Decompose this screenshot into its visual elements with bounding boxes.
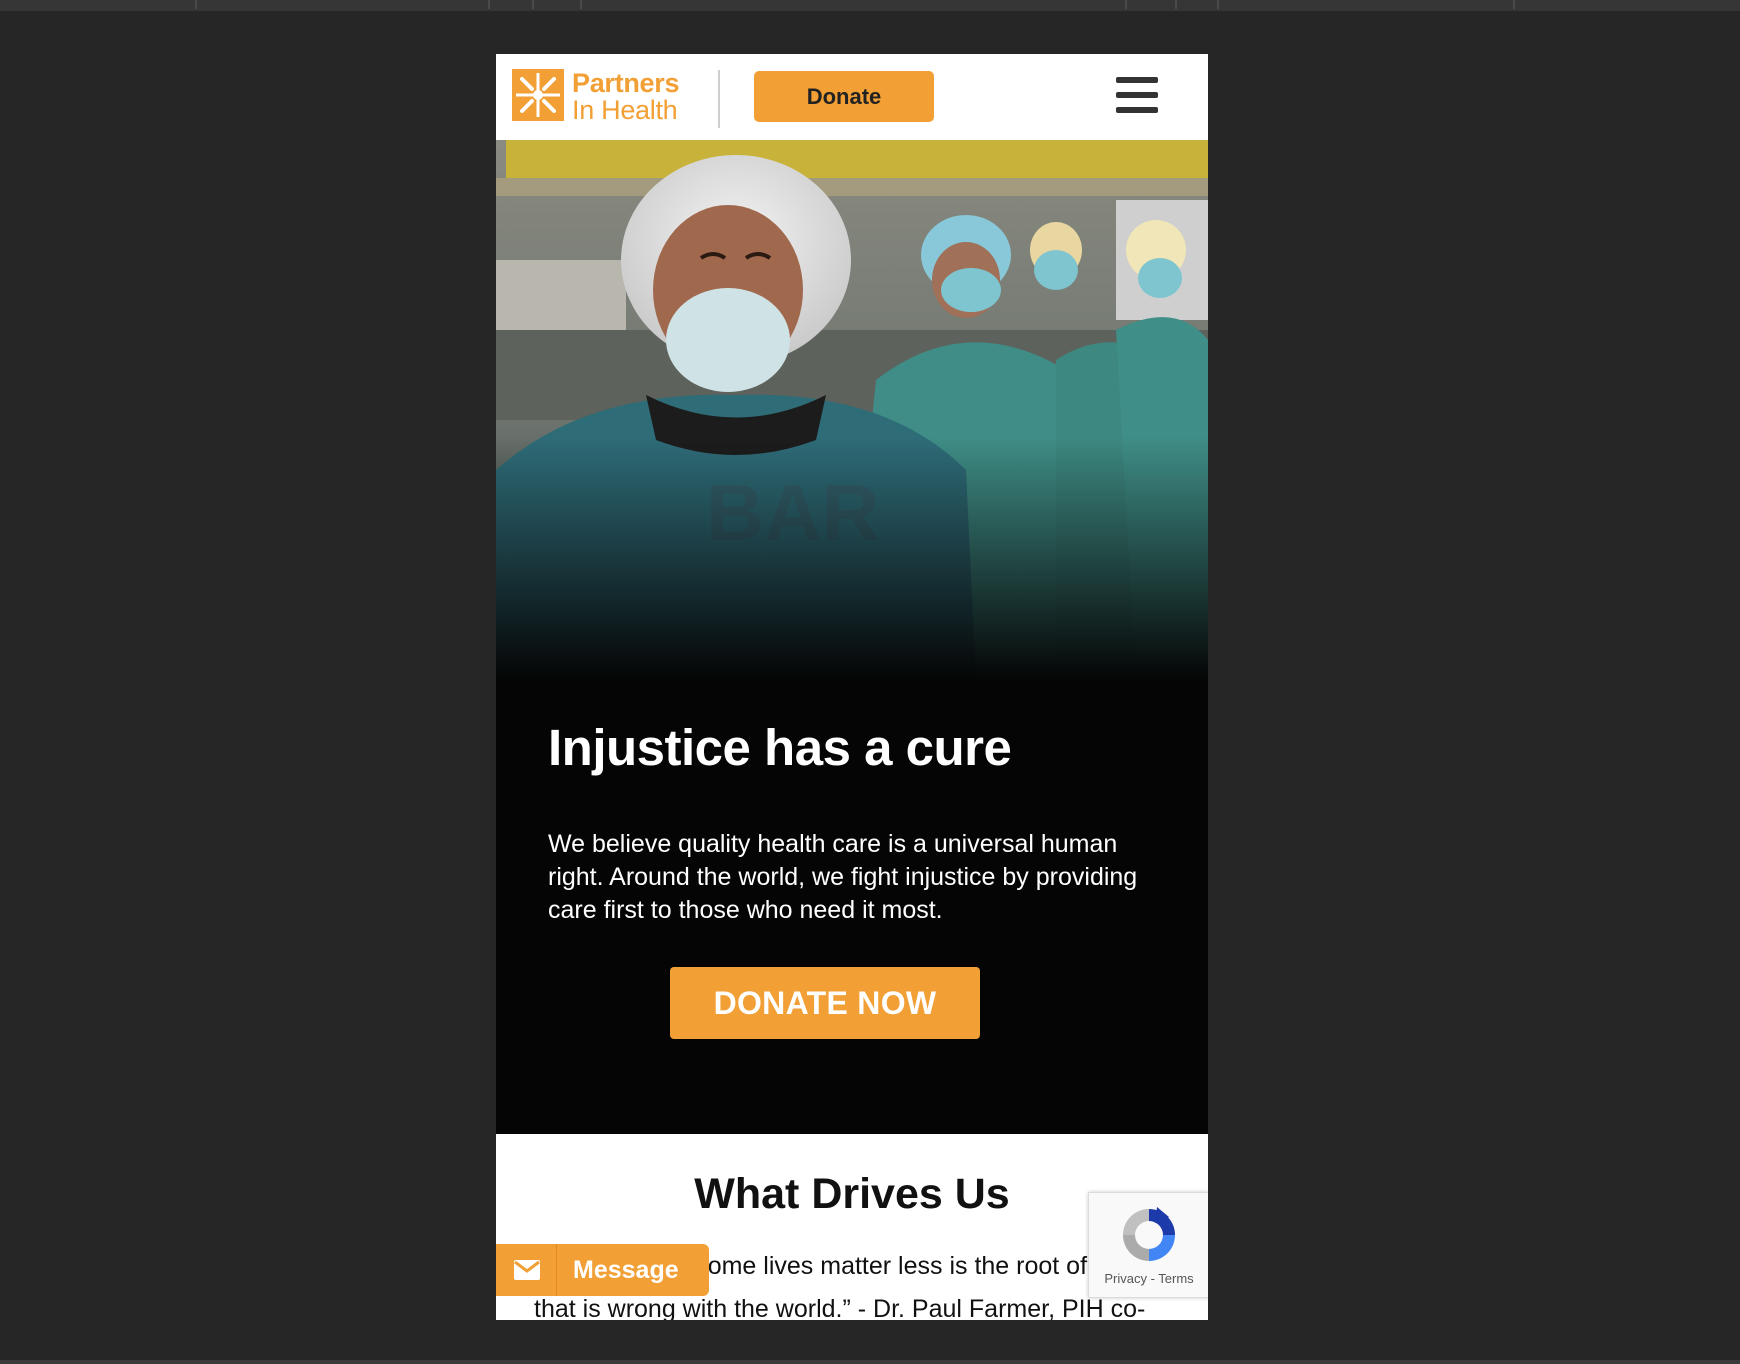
- hamburger-menu-icon[interactable]: [1116, 77, 1158, 113]
- site-header: Partners In Health Donate: [496, 54, 1208, 141]
- browser-toolbar: [0, 0, 1740, 11]
- envelope-icon: [514, 1260, 540, 1280]
- donate-now-button[interactable]: DONATE NOW: [670, 967, 980, 1039]
- hero-description: We believe quality health care is a univ…: [548, 830, 1138, 924]
- recaptcha-icon: [1123, 1207, 1175, 1261]
- logo-line-2: In Health: [572, 95, 678, 125]
- header-donate-button[interactable]: Donate: [754, 71, 934, 122]
- recaptcha-link-separator: -: [1146, 1271, 1159, 1286]
- recaptcha-privacy-link[interactable]: Privacy: [1104, 1271, 1147, 1286]
- partners-in-health-logo-icon: [512, 69, 564, 121]
- recaptcha-terms-link[interactable]: Terms: [1158, 1271, 1193, 1286]
- message-label: Message: [573, 1255, 679, 1284]
- hero-title: Injustice has a cure: [548, 719, 1012, 776]
- message-separator: [556, 1244, 557, 1296]
- recaptcha-links: Privacy - Terms: [1089, 1271, 1208, 1286]
- message-button[interactable]: Message: [496, 1244, 709, 1296]
- logo-line-1: Partners: [572, 68, 680, 98]
- logo-wordmark: Partners In Health: [572, 70, 679, 124]
- header-divider: [718, 70, 720, 128]
- hero-image: BAR: [496, 140, 1208, 680]
- site-logo[interactable]: Partners In Health: [512, 69, 682, 125]
- browser-bottom-edge: [0, 1360, 1740, 1364]
- quote-line-2: that is wrong with the world.” - Dr. Pau…: [534, 1295, 1146, 1320]
- recaptcha-badge[interactable]: Privacy - Terms: [1088, 1192, 1208, 1298]
- mobile-viewport: Partners In Health Donate Injustice has …: [496, 54, 1208, 1320]
